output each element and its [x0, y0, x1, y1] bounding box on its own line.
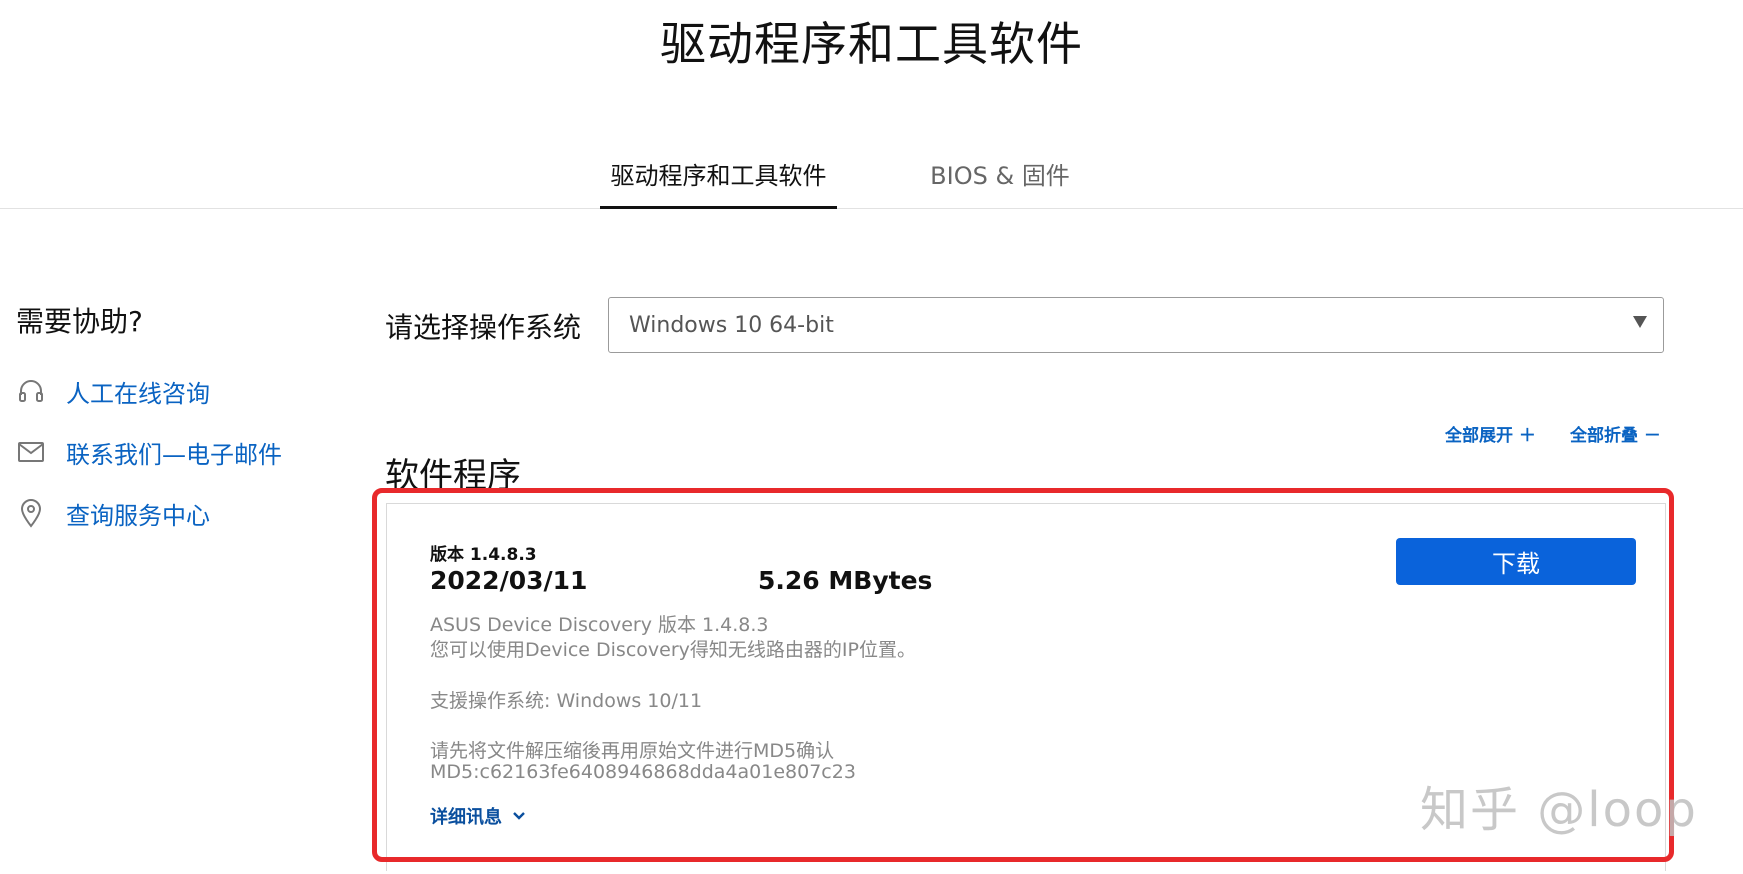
- help-item-service-center[interactable]: 查询服务中心: [16, 496, 210, 530]
- tab-bar: 驱动程序和工具软件 BIOS & 固件: [0, 155, 1743, 209]
- mail-icon: [16, 437, 46, 467]
- os-select-value: Windows 10 64-bit: [629, 312, 834, 338]
- collapse-all-link[interactable]: 全部折叠 －: [1570, 421, 1661, 446]
- supported-os: 支援操作系统: Windows 10/11: [430, 690, 703, 712]
- details-toggle[interactable]: 详细讯息: [430, 803, 526, 829]
- os-select-label: 请选择操作系统: [385, 311, 582, 344]
- details-label: 详细讯息: [430, 807, 502, 828]
- version-label: 版本 1.4.8.3: [430, 545, 537, 565]
- description-title: ASUS Device Discovery 版本 1.4.8.3: [430, 614, 769, 636]
- help-item-live-chat[interactable]: 人工在线咨询: [16, 374, 210, 408]
- chevron-down-icon: [513, 812, 525, 820]
- headset-icon: [16, 376, 46, 406]
- md5-hash: MD5:c62163fe6408946868dda4a01e807c23: [430, 761, 856, 783]
- help-item-label: 联系我们—电子邮件: [66, 440, 282, 469]
- help-title: 需要协助?: [16, 305, 143, 338]
- os-select-dropdown[interactable]: Windows 10 64-bit: [608, 297, 1664, 353]
- release-date: 2022/03/11: [430, 566, 588, 595]
- md5-note: 请先将文件解压缩後再用原始文件进行MD5确认: [430, 740, 835, 762]
- watermark: 知乎 @loop: [1420, 782, 1698, 838]
- description-text: 您可以使用Device Discovery得知无线路由器的IP位置。: [430, 639, 916, 661]
- download-button[interactable]: 下载: [1396, 538, 1636, 585]
- caret-down-icon: [1633, 316, 1647, 328]
- help-item-email[interactable]: 联系我们—电子邮件: [16, 435, 282, 469]
- file-size: 5.26 MBytes: [758, 566, 933, 595]
- expand-all-link[interactable]: 全部展开 ＋: [1445, 421, 1536, 446]
- tab-drivers-and-tools[interactable]: 驱动程序和工具软件: [600, 155, 837, 209]
- tab-bios-firmware[interactable]: BIOS & 固件: [900, 155, 1100, 209]
- help-item-label: 人工在线咨询: [66, 379, 210, 408]
- help-item-label: 查询服务中心: [66, 501, 210, 530]
- page-title: 驱动程序和工具软件: [660, 17, 1083, 71]
- location-pin-icon: [16, 498, 46, 528]
